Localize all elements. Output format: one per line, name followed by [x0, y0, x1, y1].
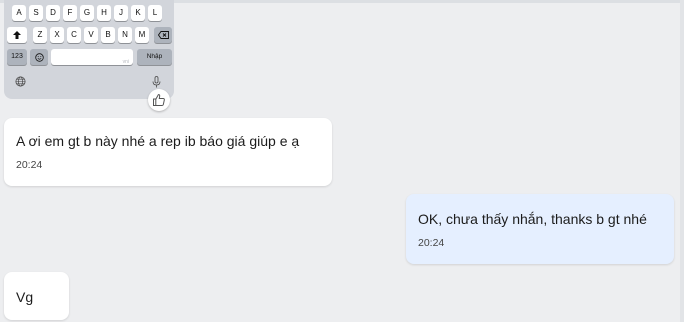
message-time: 20:24 — [418, 237, 445, 249]
key-m: M — [135, 27, 149, 43]
message-text: Vg — [16, 289, 34, 305]
image-attachment[interactable]: A S D F G H J K L Z X C V B N M 123 vni … — [4, 0, 174, 99]
keyboard-row-asdf: A S D F G H J K L — [4, 5, 174, 23]
message-text: OK, chưa thấy nhắn, thanks b gt nhé — [418, 211, 647, 227]
key-h: H — [97, 5, 111, 21]
thumbs-up-icon[interactable] — [148, 89, 170, 111]
shift-arrow-icon — [7, 27, 27, 43]
keyboard-space-input: vni — [51, 49, 133, 65]
message-text: A ơi em gt b này nhé a rep ib báo giá gi… — [16, 133, 300, 149]
key-s: S — [29, 5, 43, 21]
key-b: B — [101, 27, 115, 43]
enter-key: Nhập — [137, 49, 172, 65]
key-a: A — [12, 5, 26, 21]
message-time: 20:24 — [16, 159, 43, 171]
message-bubble-incoming[interactable]: Vg — [4, 272, 69, 320]
key-z: Z — [33, 27, 47, 43]
key-n: N — [118, 27, 132, 43]
keyboard-row-bottom: 123 vni Nhập — [4, 49, 174, 67]
key-d: D — [46, 5, 60, 21]
globe-icon — [15, 76, 26, 90]
key-f: F — [63, 5, 77, 21]
emoji-icon — [30, 49, 48, 65]
key-x: X — [50, 27, 64, 43]
scrollbar[interactable] — [680, 0, 684, 322]
input-hint: vni — [122, 59, 129, 65]
keyboard-row-zxcv: Z X C V B N M — [4, 27, 174, 45]
key-g: G — [80, 5, 94, 21]
key-123: 123 — [7, 49, 27, 65]
message-bubble-outgoing[interactable]: OK, chưa thấy nhắn, thanks b gt nhé 20:2… — [406, 194, 674, 264]
key-l: L — [148, 5, 162, 21]
message-bubble-incoming[interactable]: A ơi em gt b này nhé a rep ib báo giá gi… — [4, 118, 332, 186]
key-v: V — [84, 27, 98, 43]
key-j: J — [114, 5, 128, 21]
key-c: C — [67, 27, 81, 43]
backspace-icon — [154, 27, 172, 43]
key-k: K — [131, 5, 145, 21]
